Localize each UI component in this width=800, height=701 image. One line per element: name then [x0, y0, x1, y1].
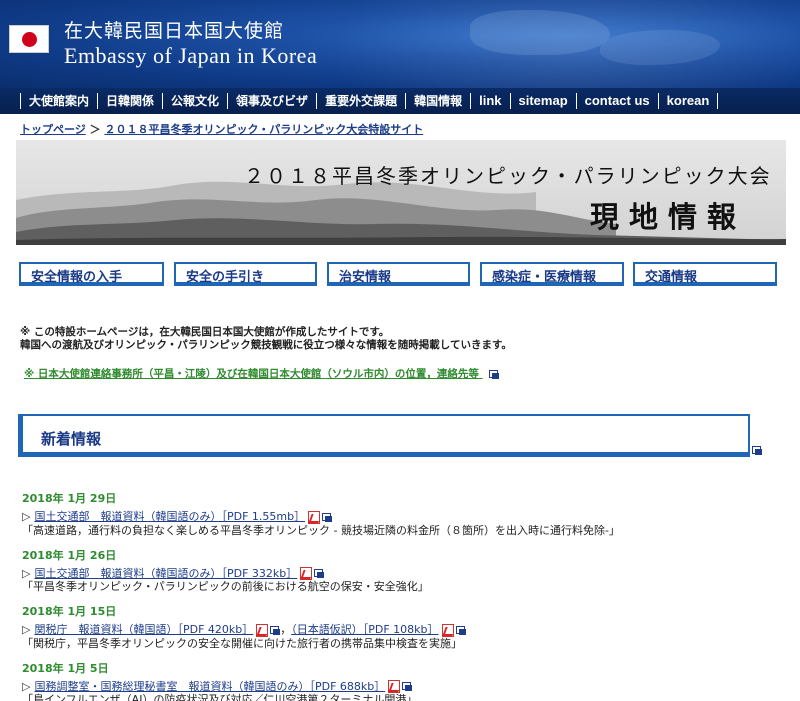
nav-item-public-culture[interactable]: 公報文化 [162, 93, 227, 109]
banner: ２０１８平昌冬季オリンピック・パラリンピック大会 現地情報 [16, 140, 786, 245]
nav-item-consular-visa[interactable]: 領事及びビザ [227, 93, 316, 109]
office-location-link[interactable]: ※ 日本大使館連絡事務所（平昌・江陵）及び在韓国日本大使館（ソウル市内）の位置，… [24, 368, 479, 380]
notice-text: ※ この特設ホームページは，在大韓民国日本国大使館が作成したサイトです。 韓国へ… [20, 326, 512, 352]
category-tabs: 安全情報の入手 安全の手引き 治安情報 感染症・医療情報 交通情報 [19, 262, 779, 286]
globe-graphic-land [470, 10, 610, 55]
arrow-icon: ▷ [22, 623, 31, 636]
site-header: 在大韓民国日本国大使館 Embassy of Japan in Korea [0, 0, 800, 88]
new-window-icon[interactable] [402, 682, 413, 691]
pdf-icon [300, 567, 313, 580]
news-description: 「高速道路，通行料の負担なく楽しめる平昌冬季オリンピック - 競技場近隣の料金所… [22, 523, 620, 537]
news-description: 「関税庁，平昌冬季オリンピックの安全な開催に向けた旅行者の携帯品集中検査を実施」 [22, 636, 462, 650]
nav-item-korean[interactable]: korean [657, 93, 719, 109]
nav-item-link[interactable]: link [470, 93, 509, 109]
tab-safety-guide[interactable]: 安全の手引き [174, 262, 317, 286]
pdf-icon [256, 623, 269, 637]
pdf-icon [308, 510, 321, 524]
news-item: 2018年 1月 15日 ▷ 関税庁 報道資料（韓国語）［PDF 420kb］ ，（… [22, 603, 792, 651]
nav-item-japan-korea-relations[interactable]: 日韓関係 [97, 93, 162, 109]
news-description: 「鳥インフルエンザ（AI）の防疫状況及び対応／仁川空港第２ターミナル開港」 [22, 693, 418, 701]
tab-traffic-info[interactable]: 交通情報 [633, 262, 777, 286]
tab-medical-info[interactable]: 感染症・医療情報 [480, 262, 624, 286]
arrow-icon: ▷ [22, 679, 31, 693]
new-window-icon[interactable] [314, 569, 325, 578]
news-link[interactable]: 国土交通部 報道資料（韓国語のみ）［PDF 332kb］ [34, 567, 297, 580]
banner-subtitle: 現地情報 [590, 200, 747, 234]
arrow-icon: ▷ [22, 510, 31, 523]
breadcrumb: トップページ ＞ ２０１８平昌冬季オリンピック・パラリンピック大会特設サイト [20, 121, 423, 137]
news-heading: 新着情報 [41, 430, 102, 448]
nav-item-diplomatic-issues[interactable]: 重要外交課題 [316, 93, 405, 109]
breadcrumb-home-link[interactable]: トップページ [20, 123, 86, 136]
pdf-icon [388, 680, 401, 693]
arrow-icon: ▷ [22, 566, 31, 580]
news-item: 2018年 1月 26日 ▷ 国土交通部 報道資料（韓国語のみ）［PDF 332k… [22, 547, 792, 595]
site-title-ja[interactable]: 在大韓民国日本国大使館 [64, 16, 284, 43]
pdf-icon [441, 623, 454, 637]
notice-line: ※ この特設ホームページは，在大韓民国日本国大使館が作成したサイトです。 [20, 326, 390, 338]
new-window-icon[interactable] [322, 512, 333, 522]
news-date: 2018年 1月 5日 [22, 661, 109, 675]
news-date: 2018年 1月 26日 [22, 548, 117, 562]
new-window-icon[interactable] [455, 625, 466, 635]
tab-safety-info[interactable]: 安全情報の入手 [19, 262, 164, 286]
japan-flag-icon [9, 25, 49, 53]
main-nav: 大使館案内 日韓関係 公報文化 領事及びビザ 重要外交課題 韓国情報 link … [0, 88, 800, 114]
news-link-japanese[interactable]: （日本語仮訳）［PDF 108kb］ [291, 623, 438, 636]
notice-line: 韓国への渡航及びオリンピック・パラリンピック競技観戦に役立つ様々な情報を随時掲載… [20, 339, 512, 351]
breadcrumb-current-link[interactable]: ２０１８平昌冬季オリンピック・パラリンピック大会特設サイト [104, 123, 423, 136]
nav-item-embassy-info[interactable]: 大使館案内 [20, 93, 97, 109]
news-link[interactable]: 国務調整室・国務総理秘書室 報道資料（韓国語のみ）［PDF 688kb］ [34, 680, 385, 693]
news-list: 2018年 1月 29日 ▷ 国土交通部 報道資料（韓国語のみ）［PDF 1.55… [22, 490, 792, 701]
nav-item-korea-info[interactable]: 韓国情報 [405, 93, 470, 109]
site-title-en[interactable]: Embassy of Japan in Korea [64, 43, 317, 69]
new-window-icon[interactable] [270, 625, 281, 635]
new-window-icon[interactable] [752, 446, 762, 455]
news-description: 「平昌冬季オリンピック・パラリンピックの前後における航空の保安・安全強化」 [22, 580, 429, 593]
nav-item-contact-us[interactable]: contact us [575, 93, 658, 109]
news-date: 2018年 1月 29日 [22, 492, 117, 505]
new-window-icon[interactable] [488, 369, 499, 379]
breadcrumb-separator: ＞ [85, 123, 105, 136]
news-date: 2018年 1月 15日 [22, 605, 117, 618]
news-item: 2018年 1月 29日 ▷ 国土交通部 報道資料（韓国語のみ）［PDF 1.55… [22, 490, 792, 538]
news-item: 2018年 1月 5日 ▷ 国務調整室・国務総理秘書室 報道資料（韓国語のみ）［P… [22, 660, 792, 701]
news-link[interactable]: 関税庁 報道資料（韓国語）［PDF 420kb］ [34, 623, 253, 636]
news-section-header: 新着情報 [18, 414, 750, 457]
banner-title: ２０１８平昌冬季オリンピック・パラリンピック大会 [244, 164, 772, 188]
news-link[interactable]: 国土交通部 報道資料（韓国語のみ）［PDF 1.55mb］ [34, 510, 305, 523]
tab-security-info[interactable]: 治安情報 [327, 262, 470, 286]
nav-item-sitemap[interactable]: sitemap [509, 93, 576, 109]
notice-location-link-wrap: ※ 日本大使館連絡事務所（平昌・江陵）及び在韓国日本大使館（ソウル市内）の位置，… [24, 366, 499, 381]
